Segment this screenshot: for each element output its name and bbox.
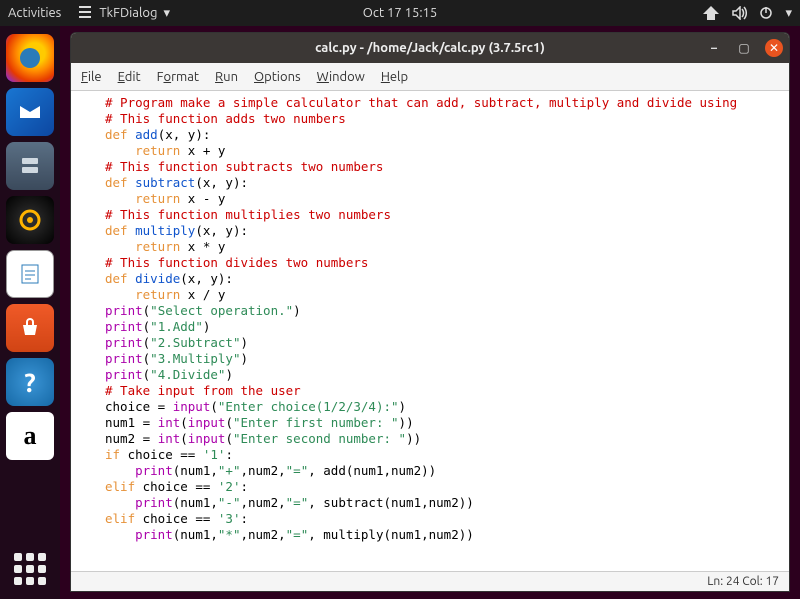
show-applications-button[interactable]: [10, 549, 50, 589]
menu-window[interactable]: Window: [317, 70, 365, 84]
firefox-icon[interactable]: [6, 34, 54, 82]
app-icon: [77, 6, 93, 20]
menu-options[interactable]: Options: [254, 70, 301, 84]
files-icon[interactable]: [6, 142, 54, 190]
idle-window: calc.py - /home/Jack/calc.py (3.7.5rc1) …: [70, 32, 790, 592]
dropdown-caret-icon: ▾: [163, 6, 170, 21]
launcher-dock: ? a: [0, 26, 60, 599]
network-icon[interactable]: [703, 6, 719, 20]
help-icon[interactable]: ?: [6, 358, 54, 406]
cursor-position: Ln: 24 Col: 17: [707, 575, 779, 588]
menu-edit[interactable]: Edit: [118, 70, 141, 84]
power-icon[interactable]: [759, 6, 773, 20]
window-title: calc.py - /home/Jack/calc.py (3.7.5rc1): [315, 41, 545, 55]
menu-help[interactable]: Help: [381, 70, 408, 84]
titlebar[interactable]: calc.py - /home/Jack/calc.py (3.7.5rc1) …: [71, 33, 789, 63]
maximize-button[interactable]: ▢: [735, 39, 753, 57]
libreoffice-writer-icon[interactable]: [6, 250, 54, 298]
menu-format[interactable]: Format: [157, 70, 199, 84]
menu-run[interactable]: Run: [215, 70, 238, 84]
activities-button[interactable]: Activities: [8, 6, 61, 20]
gnome-topbar: Activities TkFDialog ▾ Oct 17 15:15 ▾: [0, 0, 800, 26]
amazon-icon[interactable]: a: [6, 412, 54, 460]
volume-icon[interactable]: [731, 6, 747, 20]
rhythmbox-icon[interactable]: [6, 196, 54, 244]
current-app-indicator[interactable]: TkFDialog ▾: [77, 6, 170, 21]
app-name-label: TkFDialog: [99, 6, 157, 20]
minimize-button[interactable]: –: [705, 39, 723, 57]
thunderbird-icon[interactable]: [6, 88, 54, 136]
menu-file[interactable]: File: [81, 70, 102, 84]
close-button[interactable]: ✕: [765, 39, 783, 57]
datetime-label[interactable]: Oct 17 15:15: [363, 6, 437, 20]
menubar: File Edit Format Run Options Window Help: [71, 63, 789, 91]
statusbar: Ln: 24 Col: 17: [71, 571, 789, 591]
code-editor[interactable]: # Program make a simple calculator that …: [71, 91, 789, 571]
software-center-icon[interactable]: [6, 304, 54, 352]
system-caret-icon[interactable]: ▾: [785, 6, 792, 21]
